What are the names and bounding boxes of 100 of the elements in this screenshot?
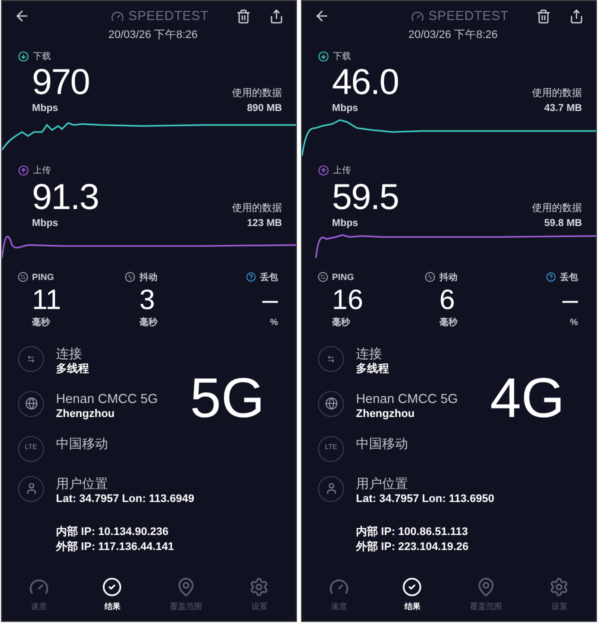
connection-icon [318,346,344,372]
share-icon[interactable] [568,8,584,24]
data-used-label: 使用的数据 [232,87,282,101]
nav-tab[interactable]: 结果 [76,577,149,613]
detail-title: Henan CMCC 5G [56,390,158,406]
ping-icon [318,272,328,282]
metric-label: 丢包 [560,270,578,284]
speed-value: 91.3 [32,178,98,216]
nav-tab[interactable]: 速度 [302,577,376,613]
speed-unit: Mbps [32,102,60,116]
data-used-value: 59.8 MB [544,216,582,230]
help-icon [546,272,556,282]
speed-label: 上传 [333,164,351,177]
detail-subtitle: Lat: 34.7957 Lon: 113.6950 [356,492,494,506]
metric-value: 6 [438,284,456,316]
ip-address: 外部 IP: 223.104.19.26 [356,540,470,554]
wave-icon [125,272,136,282]
globe-icon [318,390,344,416]
metric-label: 抖动 [439,270,458,284]
metric-unit: 毫秒 [438,316,458,329]
metric-label: PING [332,270,354,284]
settings-icon [249,577,270,597]
detail-subtitle: 多线程 [56,362,89,376]
detail-subtitle: Zhengzhou [56,406,116,422]
speed-value: 46.0 [332,63,398,101]
upload-icon [318,165,329,176]
detail-title: 用户位置 [56,476,109,492]
user-icon [318,476,344,502]
metric-unit: 毫秒 [31,316,51,329]
ip-address: 内部 IP: 100.86.51.113 [356,524,469,540]
metric-label: 抖动 [139,270,158,284]
check-icon [402,577,422,597]
settings-icon [549,577,570,597]
metric-value: 3 [138,284,156,316]
app-title: SPEEDTEST [128,7,209,26]
back-icon[interactable] [314,8,330,24]
detail-title: 用户位置 [356,476,409,492]
speed-value: 59.5 [332,178,398,216]
upload-icon [18,165,29,176]
gauge-logo-icon [411,10,424,22]
detail-title: Henan CMCC 5G [356,390,458,406]
back-icon[interactable] [14,8,30,24]
nav-tab[interactable]: 覆盖范围 [449,577,522,613]
detail-subtitle: 多线程 [356,362,389,376]
detail-title: 连接 [356,346,383,362]
test-timestamp: 20/03/26 下午8:26 [408,28,498,43]
wave-icon [425,272,436,282]
nav-tab[interactable]: 速度 [2,577,76,613]
metric-value: 11 [31,284,62,316]
data-used-label: 使用的数据 [532,202,582,216]
detail-title: 中国移动 [56,436,108,452]
speed-label: 下载 [33,50,51,62]
metric-label: PING [32,270,54,284]
delete-icon[interactable] [236,8,251,24]
globe-icon [18,390,44,416]
data-used-value: 123 MB [246,216,282,230]
metric-label: 丢包 [260,270,278,284]
speed-unit: Mbps [332,102,360,116]
data-used-value: 890 MB [246,102,282,116]
detail-subtitle: Lat: 34.7957 Lon: 113.6949 [56,492,194,506]
share-icon[interactable] [268,8,284,24]
help-icon [246,272,256,282]
ip-address: 外部 IP: 117.136.44.141 [56,540,176,554]
network-type-label: 5G [190,368,265,428]
speed-unit: Mbps [332,216,360,230]
network-type-label: 4G [490,368,565,428]
nav-tab[interactable]: 设置 [522,577,596,613]
map-pin-icon [476,577,496,597]
speed-unit: Mbps [32,216,60,230]
speed-label: 上传 [33,164,51,177]
map-pin-icon [176,577,196,597]
speed-value: 970 [32,63,90,101]
metric-value: – [562,284,578,316]
data-used-label: 使用的数据 [232,202,282,216]
delete-icon[interactable] [536,8,551,24]
ping-icon [18,272,28,282]
ip-address: 内部 IP: 10.134.90.236 [56,524,170,540]
check-icon [102,577,122,597]
metric-unit: 毫秒 [331,316,351,329]
test-timestamp: 20/03/26 下午8:26 [108,28,198,43]
user-icon [18,476,44,502]
detail-title: 连接 [56,346,83,362]
nav-tab[interactable]: 覆盖范围 [149,577,222,613]
connection-icon [18,346,44,372]
app-title: SPEEDTEST [428,7,509,26]
download-icon [18,50,29,62]
data-used-label: 使用的数据 [532,87,582,101]
metric-unit: 毫秒 [138,316,158,329]
nav-tab[interactable]: 结果 [376,577,449,613]
data-used-value: 43.7 MB [544,102,582,116]
nav-tab[interactable]: 设置 [222,577,296,613]
metric-value: 16 [331,284,364,316]
metric-unit: % [270,316,278,329]
detail-title: 中国移动 [356,436,408,452]
detail-subtitle: Zhengzhou [356,406,416,422]
speed-label: 下载 [333,50,351,62]
metric-value: – [262,284,278,316]
gauge-logo-icon [111,10,124,22]
download-icon [318,50,329,62]
metric-unit: % [570,316,578,329]
